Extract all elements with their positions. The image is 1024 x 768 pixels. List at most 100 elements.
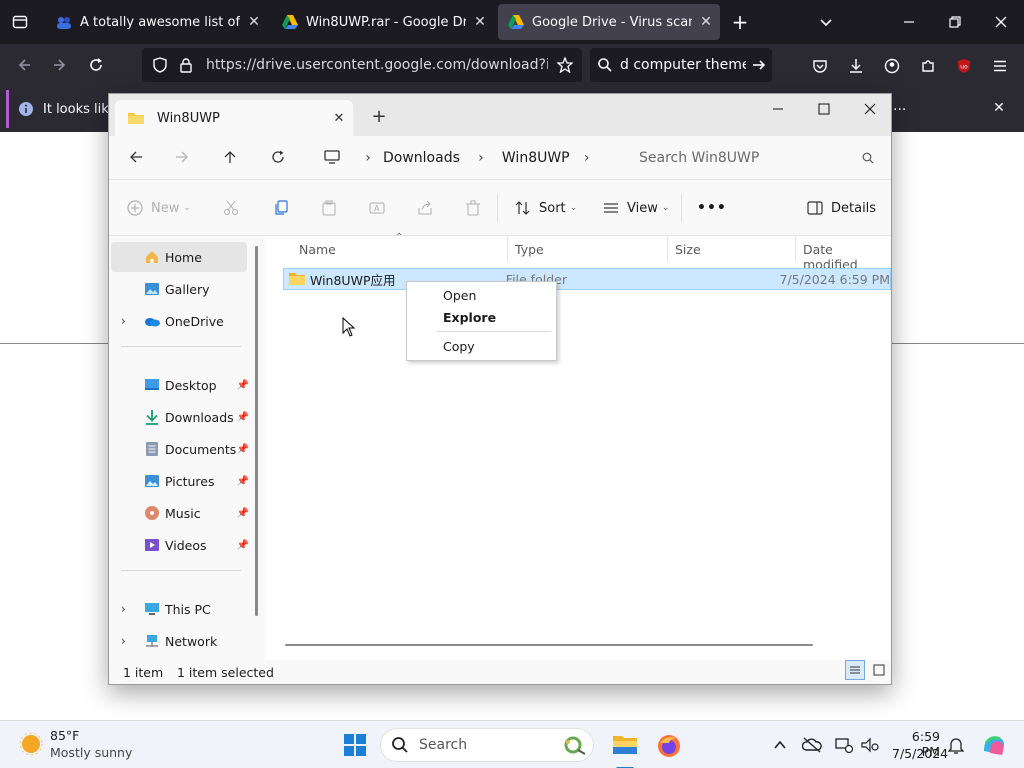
up-icon[interactable] — [217, 144, 243, 170]
browser-tab-1[interactable]: A totally awesome list of "old w ✕ — [46, 4, 268, 40]
explorer-tab[interactable]: Win8UWP ✕ — [115, 100, 353, 136]
url-bar[interactable]: https://drive.usercontent.google.com/dow… — [142, 48, 582, 82]
search-bar[interactable]: d computer themes — [590, 48, 772, 82]
browser-tab-3[interactable]: Google Drive - Virus scan warn ✕ — [498, 4, 720, 40]
tab-list-icon[interactable] — [6, 8, 34, 36]
chevron-up-icon[interactable] — [770, 735, 790, 755]
column-header-name[interactable]: Name — [299, 242, 336, 257]
close-icon[interactable]: ✕ — [466, 14, 494, 30]
chevron-down-icon[interactable] — [812, 8, 840, 36]
extensions-icon[interactable] — [914, 52, 942, 80]
browser-tab-2[interactable]: Win8UWP.rar - Google Drive ✕ — [272, 4, 494, 40]
column-divider[interactable] — [667, 236, 668, 262]
copy-icon[interactable] — [273, 194, 289, 222]
clock-date[interactable]: 7/5/2024 — [892, 746, 948, 761]
nav-item-downloads[interactable]: Downloads 📌 — [111, 402, 249, 432]
nav-item-onedrive[interactable]: › OneDrive — [111, 306, 247, 336]
url-text[interactable]: https://drive.usercontent.google.com/dow… — [206, 57, 548, 73]
forward-icon[interactable] — [46, 51, 74, 79]
weather-sun-icon[interactable] — [18, 731, 44, 757]
arrow-right-icon[interactable] — [746, 57, 772, 73]
close-tab-icon[interactable]: ✕ — [325, 111, 353, 126]
pin-icon[interactable]: 📌 — [237, 412, 249, 423]
nav-item-videos[interactable]: Videos 📌 — [111, 530, 249, 560]
pocket-icon[interactable] — [806, 52, 834, 80]
new-button[interactable]: New ⌄ — [127, 194, 197, 222]
onedrive-offline-icon[interactable] — [802, 735, 822, 755]
taskbar-search[interactable]: Search — [380, 728, 594, 762]
new-tab-icon[interactable]: + — [726, 8, 754, 36]
nav-item-documents[interactable]: Documents 📌 — [111, 434, 249, 464]
menu-item-explore[interactable]: Explore — [443, 310, 496, 325]
breadcrumb-win8uwp[interactable]: Win8UWP — [502, 150, 570, 166]
menu-item-open[interactable]: Open — [443, 288, 476, 303]
minimize-icon[interactable] — [894, 8, 924, 36]
pin-icon[interactable]: 📌 — [237, 540, 249, 551]
volume-muted-icon[interactable] — [860, 735, 880, 755]
chevron-right-icon[interactable]: › — [353, 150, 383, 166]
column-header-size[interactable]: Size — [675, 242, 701, 257]
tiles-view-icon[interactable] — [869, 660, 889, 680]
pin-icon[interactable]: 📌 — [237, 444, 249, 455]
table-row[interactable]: Win8UWP应用 File folder 7/5/2024 6:59 PM — [283, 268, 891, 290]
file-explorer-taskbar-icon[interactable] — [610, 729, 640, 768]
nav-item-pictures[interactable]: Pictures 📌 — [111, 466, 249, 496]
pin-icon[interactable]: 📌 — [237, 476, 249, 487]
star-icon[interactable] — [554, 55, 576, 75]
back-icon[interactable] — [10, 51, 38, 79]
details-button[interactable]: Details — [807, 194, 876, 222]
minimize-icon[interactable] — [763, 96, 793, 122]
close-window-icon[interactable] — [855, 96, 885, 122]
chevron-right-icon[interactable]: › — [460, 150, 502, 166]
search-placeholder[interactable]: Search Win8UWP — [629, 150, 853, 166]
network-status-icon[interactable] — [834, 735, 854, 755]
more-options-button[interactable]: ••• — [697, 194, 727, 222]
restore-icon[interactable] — [940, 8, 970, 36]
back-icon[interactable] — [123, 144, 149, 170]
nav-item-home[interactable]: Home — [111, 242, 247, 272]
nav-item-desktop[interactable]: Desktop 📌 — [111, 370, 249, 400]
close-window-icon[interactable] — [986, 8, 1016, 36]
firefox-icon[interactable] — [656, 733, 682, 759]
account-icon[interactable] — [878, 52, 906, 80]
new-tab-icon[interactable]: + — [367, 104, 391, 128]
weather-temp[interactable]: 85°F — [50, 728, 79, 743]
shield-icon[interactable] — [150, 55, 170, 75]
forward-icon[interactable] — [169, 144, 195, 170]
chevron-right-icon[interactable]: › — [121, 314, 126, 328]
maximize-icon[interactable] — [809, 96, 839, 122]
close-notification-icon[interactable]: ✕ — [986, 95, 1012, 121]
breadcrumb-downloads[interactable]: Downloads — [383, 150, 460, 166]
column-header-type[interactable]: Type — [515, 242, 544, 257]
menu-icon[interactable] — [986, 52, 1014, 80]
close-icon[interactable]: ✕ — [692, 14, 720, 30]
pin-icon[interactable]: 📌 — [237, 380, 249, 391]
paste-icon[interactable] — [321, 194, 337, 222]
weather-desc[interactable]: Mostly sunny — [50, 745, 132, 760]
delete-icon[interactable] — [465, 194, 481, 222]
download-icon[interactable] — [842, 52, 870, 80]
rename-icon[interactable]: A — [369, 194, 385, 222]
column-divider[interactable] — [795, 236, 796, 262]
nav-item-this-pc[interactable]: › This PC — [111, 594, 247, 624]
nav-item-music[interactable]: Music 📌 — [111, 498, 249, 528]
chevron-right-icon[interactable]: › — [121, 634, 126, 648]
chevron-right-icon[interactable]: › — [121, 602, 126, 616]
details-view-icon[interactable] — [845, 660, 865, 680]
search-text[interactable]: d computer themes — [620, 57, 746, 73]
pin-icon[interactable]: 📌 — [237, 508, 249, 519]
ublock-icon[interactable]: uo — [952, 54, 976, 78]
copilot-icon[interactable] — [980, 731, 1008, 759]
reload-icon[interactable] — [82, 51, 110, 79]
column-divider[interactable] — [507, 236, 508, 262]
menu-item-copy[interactable]: Copy — [443, 339, 475, 354]
monitor-icon[interactable] — [319, 144, 345, 170]
sort-button[interactable]: Sort ⌄ — [515, 194, 577, 222]
start-icon[interactable] — [343, 733, 367, 757]
share-icon[interactable] — [417, 194, 433, 222]
search-input[interactable]: Search Win8UWP — [629, 142, 883, 174]
notification-bell-icon[interactable] — [946, 735, 966, 755]
nav-item-gallery[interactable]: Gallery — [111, 274, 247, 304]
cut-icon[interactable] — [223, 194, 239, 222]
refresh-icon[interactable] — [265, 144, 291, 170]
